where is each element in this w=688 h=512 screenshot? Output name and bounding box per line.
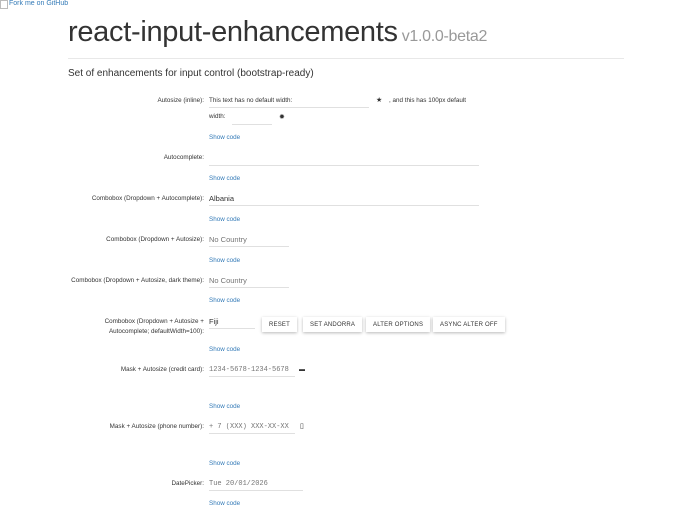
broken-image-icon [0,0,8,9]
set-andorra-button[interactable]: SET ANDORRA [303,317,363,332]
autosize-label: Autosize (inline): [157,97,204,104]
show-code-link[interactable]: Show code [209,297,240,304]
credit-card-input[interactable] [209,365,295,377]
autosize-input-1[interactable] [209,96,369,108]
reset-button[interactable]: RESET [262,317,298,332]
title-text: react-input-enhancements [68,16,398,48]
page-title: react-input-enhancements v1.0.0-beta2 [68,16,487,49]
combobox-dark-input[interactable] [209,276,289,288]
combobox-default-width-label: Combobox (Dropdown + Autosize + Autocomp… [104,318,204,335]
show-code-link[interactable]: Show code [209,403,240,410]
star-icon[interactable]: ★ [376,97,382,105]
version-label: v1.0.0-beta2 [401,28,488,45]
combobox-dark-label: Combobox (Dropdown + Autosize, dark them… [71,277,204,284]
page-subtitle: Set of enhancements for input control (b… [68,68,314,79]
show-code-link[interactable]: Show code [209,500,240,507]
combobox-autocomplete-input[interactable] [209,194,479,206]
phone-input[interactable] [209,422,295,434]
credit-card-icon: ▬ [299,367,305,373]
autosize-width-text: width: [209,113,226,120]
alter-options-button[interactable]: ALTER OPTIONS [366,317,431,332]
show-code-link[interactable]: Show code [209,216,240,223]
show-code-link[interactable]: Show code [209,134,240,141]
combobox-autocomplete-label: Combobox (Dropdown + Autocomplete): [91,195,204,202]
autosize-inline-text: , and this has 100px default [389,97,467,104]
show-code-link[interactable]: Show code [209,257,240,264]
combobox-autosize-label: Combobox (Dropdown + Autosize): [106,236,204,243]
show-code-link[interactable]: Show code [209,346,240,353]
autocomplete-input[interactable] [209,154,479,166]
show-code-link[interactable]: Show code [209,460,240,467]
mask-phone-label: Mask + Autosize (phone number): [109,423,204,430]
datepicker-input[interactable] [209,479,303,491]
mask-credit-card-label: Mask + Autosize (credit card): [120,366,204,373]
datepicker-label: DatePicker: [171,480,204,487]
combobox-default-width-input[interactable] [209,317,255,329]
fork-me-link[interactable]: Fork me on GitHub [0,0,68,9]
autosize-input-2[interactable] [232,113,272,125]
mobile-phone-icon: ▯ [300,423,304,430]
async-alter-off-button[interactable]: ASYNC ALTER OFF [433,317,505,332]
combobox-autosize-input[interactable] [209,235,289,247]
header-divider [68,58,624,59]
autocomplete-label: Autocomplete: [163,154,204,161]
sun-icon[interactable]: ✹ [279,114,285,122]
show-code-link[interactable]: Show code [209,175,240,182]
